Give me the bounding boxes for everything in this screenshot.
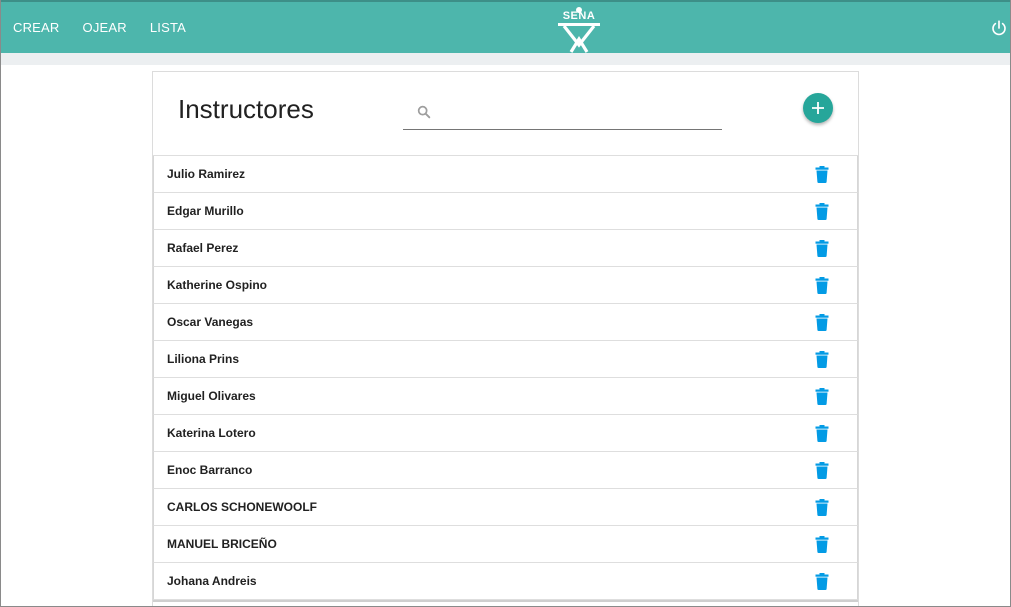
list-item[interactable]: Liliona Prins xyxy=(153,341,858,378)
power-icon[interactable] xyxy=(990,19,1008,37)
sena-logo-figure xyxy=(558,7,600,53)
sena-logo[interactable]: SENA xyxy=(555,7,603,53)
instructor-name: Enoc Barranco xyxy=(167,463,253,477)
page-title: Instructores xyxy=(178,94,314,124)
instructor-name: Katherine Ospino xyxy=(167,278,268,292)
search-field[interactable] xyxy=(403,99,722,130)
list-item[interactable]: Enoc Barranco xyxy=(153,452,858,489)
list-item[interactable]: Julio Ramirez xyxy=(153,156,858,193)
instructor-name: Miguel Olivares xyxy=(167,389,256,403)
instructor-name: CARLOS SCHONEWOOLF xyxy=(167,500,317,514)
trash-icon[interactable] xyxy=(815,462,829,479)
list-item[interactable]: Katherine Ospino xyxy=(153,267,858,304)
instructor-name: Edgar Murillo xyxy=(167,204,244,218)
subheader-band xyxy=(1,53,1010,65)
list-item[interactable]: Oscar Vanegas xyxy=(153,304,858,341)
trash-icon[interactable] xyxy=(815,536,829,553)
nav-lista-link[interactable]: LISTA xyxy=(150,20,186,35)
instructor-name: Johana Andreis xyxy=(167,574,257,588)
nav-crear-link[interactable]: CREAR xyxy=(13,20,60,35)
search-input[interactable] xyxy=(439,101,715,127)
instructor-name: MANUEL BRICEÑO xyxy=(167,537,277,551)
instructors-card: Instructores Julio Ramirez Edgar Murillo R… xyxy=(152,71,859,606)
app-window: CREAR OJEAR LISTA SENA Instructores Juli… xyxy=(0,0,1011,607)
instructor-name: Oscar Vanegas xyxy=(167,315,254,329)
card-header: Instructores xyxy=(153,72,858,155)
plus-icon xyxy=(812,102,824,114)
nav-ojear-link[interactable]: OJEAR xyxy=(83,20,127,35)
list-item[interactable]: CARLOS SCHONEWOOLF xyxy=(153,489,858,526)
instructor-name: Julio Ramirez xyxy=(167,167,246,181)
top-navbar: CREAR OJEAR LISTA SENA xyxy=(1,0,1010,53)
trash-icon[interactable] xyxy=(815,277,829,294)
add-instructor-button[interactable] xyxy=(803,93,833,123)
list-item[interactable]: Johana Andreis xyxy=(153,563,858,600)
list-divider xyxy=(153,600,858,604)
list-item[interactable]: Edgar Murillo xyxy=(153,193,858,230)
instructor-name: Katerina Lotero xyxy=(167,426,256,440)
list-item[interactable]: Katerina Lotero xyxy=(153,415,858,452)
trash-icon[interactable] xyxy=(815,314,829,331)
list-item[interactable]: MANUEL BRICEÑO xyxy=(153,526,858,563)
instructor-name: Liliona Prins xyxy=(167,352,240,366)
search-icon xyxy=(417,105,431,119)
main-nav: CREAR OJEAR LISTA xyxy=(13,2,209,53)
instructor-list: Julio Ramirez Edgar Murillo Rafael Perez Ka… xyxy=(153,155,858,604)
instructor-name: Rafael Perez xyxy=(167,241,239,255)
trash-icon[interactable] xyxy=(815,573,829,590)
trash-icon[interactable] xyxy=(815,240,829,257)
list-item[interactable]: Miguel Olivares xyxy=(153,378,858,415)
trash-icon[interactable] xyxy=(815,166,829,183)
trash-icon[interactable] xyxy=(815,203,829,220)
trash-icon[interactable] xyxy=(815,388,829,405)
trash-icon[interactable] xyxy=(815,499,829,516)
trash-icon[interactable] xyxy=(815,425,829,442)
trash-icon[interactable] xyxy=(815,351,829,368)
list-item[interactable]: Rafael Perez xyxy=(153,230,858,267)
